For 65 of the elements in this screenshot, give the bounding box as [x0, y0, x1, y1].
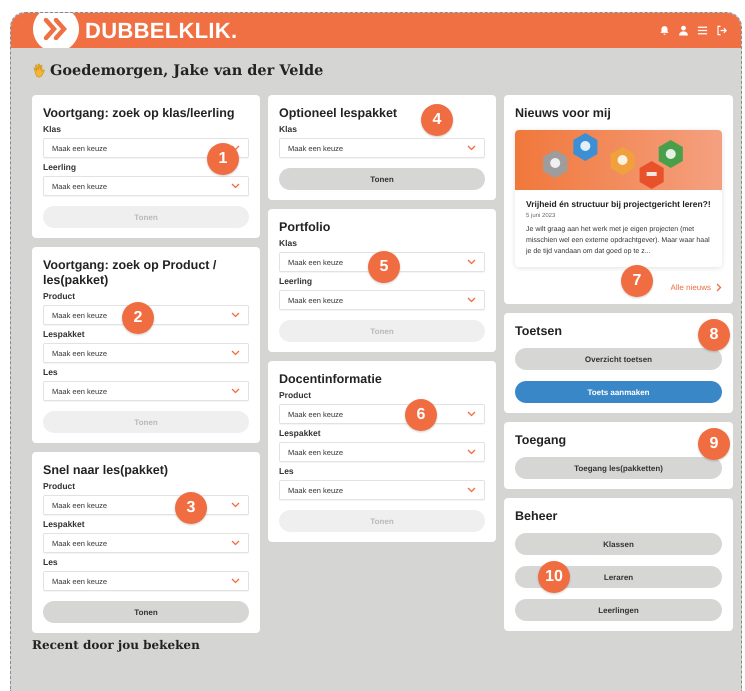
- bell-icon[interactable]: [659, 25, 670, 36]
- logo-icon[interactable]: [33, 13, 79, 48]
- field-label: Les: [279, 466, 294, 477]
- field-label: Les: [43, 367, 58, 378]
- field-label: Klas: [43, 124, 61, 135]
- chevron-down-icon: [467, 145, 476, 151]
- field-label: Product: [43, 481, 76, 492]
- show-button[interactable]: Tonen: [43, 601, 249, 623]
- user-icon[interactable]: [678, 25, 689, 36]
- card-title: Voortgang: zoek op klas/leerling: [43, 106, 234, 121]
- action-button[interactable]: Klassen: [515, 533, 722, 555]
- number-badge: 8: [698, 319, 730, 351]
- field-label: Product: [279, 390, 312, 401]
- show-button[interactable]: Tonen: [279, 168, 485, 190]
- number-badge: 10: [538, 561, 570, 593]
- waving-hand-icon: [32, 62, 46, 78]
- card-title: Docentinformatie: [279, 372, 382, 387]
- field-label: Lespakket: [279, 428, 321, 439]
- chevron-right-icon[interactable]: [716, 283, 722, 292]
- action-button[interactable]: Leerlingen: [515, 599, 722, 621]
- card-title: Optioneel lespakket: [279, 106, 398, 121]
- chevron-down-icon: [231, 502, 240, 508]
- chevron-down-icon: [231, 540, 240, 546]
- action-button[interactable]: Toegang les(pakketten): [515, 457, 722, 479]
- number-badge: 4: [421, 104, 453, 136]
- card-title: Beheer: [515, 509, 558, 524]
- chevron-down-icon: [231, 578, 240, 584]
- chevron-down-icon: [231, 183, 240, 189]
- card-title: Portfolio: [279, 220, 330, 235]
- number-badge: 6: [405, 399, 437, 431]
- card-title: Snel naar les(pakket): [43, 463, 168, 478]
- chevron-down-icon: [467, 259, 476, 265]
- field-label: Lespakket: [43, 519, 85, 530]
- number-badge: 7: [621, 265, 653, 297]
- chevron-down-icon: [231, 312, 240, 318]
- number-badge: 9: [698, 428, 730, 460]
- greeting-text: Goedemorgen, Jake van der Velde: [50, 62, 324, 78]
- action-button[interactable]: Overzicht toetsen: [515, 348, 722, 370]
- card-title: Toetsen: [515, 324, 562, 339]
- chevron-down-icon: [467, 449, 476, 455]
- logout-icon[interactable]: [716, 25, 727, 36]
- logo-text: DUBBELKLIK.: [85, 18, 238, 44]
- chevron-down-icon: [467, 487, 476, 493]
- chevron-down-icon: [467, 411, 476, 417]
- card-title: Voortgang: zoek op Product / les(pakket): [43, 258, 218, 288]
- chevron-down-icon: [231, 388, 240, 394]
- field-label: Lespakket: [43, 329, 85, 340]
- chevron-down-icon: [231, 350, 240, 356]
- field-label: Klas: [279, 238, 297, 249]
- field-label: Product: [43, 291, 76, 302]
- article-title: Vrijheid én structuur bij projectgericht leren?!: [526, 199, 711, 209]
- action-button[interactable]: Toets aanmaken: [515, 381, 722, 403]
- field-label: Klas: [279, 124, 297, 135]
- number-badge: 3: [175, 492, 207, 524]
- chevron-down-icon: [467, 297, 476, 303]
- section-heading: Recent door jou bekeken: [31, 637, 200, 652]
- field-label: Leerling: [279, 276, 312, 287]
- card-title: Nieuws voor mij: [515, 106, 611, 121]
- number-badge: 5: [368, 251, 400, 283]
- field-label: Les: [43, 557, 58, 568]
- number-badge: 2: [122, 302, 154, 334]
- menu-icon[interactable]: [697, 25, 708, 36]
- number-badge: 1: [207, 143, 239, 175]
- field-label: Leerling: [43, 162, 76, 173]
- card-title: Toegang: [515, 433, 566, 448]
